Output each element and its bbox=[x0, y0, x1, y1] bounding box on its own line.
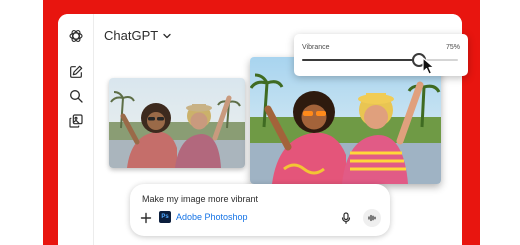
app-title: ChatGPT bbox=[104, 28, 159, 43]
plus-icon[interactable] bbox=[140, 212, 152, 224]
sidebar bbox=[58, 14, 94, 245]
vibrance-slider-fill bbox=[302, 59, 419, 61]
vibrance-slider-panel: Vibrance 75% bbox=[294, 34, 468, 76]
photoshop-logo-icon: Ps bbox=[159, 211, 171, 223]
model-selector[interactable]: ChatGPT bbox=[104, 28, 172, 43]
original-photo-image bbox=[109, 78, 245, 168]
microphone-icon[interactable] bbox=[340, 212, 352, 224]
photoshop-app-chip[interactable]: Ps Adobe Photoshop bbox=[159, 211, 248, 223]
original-photo[interactable] bbox=[109, 78, 245, 168]
library-icon[interactable] bbox=[68, 113, 84, 129]
vibrance-label: Vibrance bbox=[302, 44, 330, 51]
mouse-pointer-icon bbox=[422, 57, 435, 75]
new-chat-icon[interactable] bbox=[68, 64, 84, 80]
chevron-down-icon bbox=[163, 33, 171, 38]
edited-photo-image bbox=[250, 57, 441, 184]
openai-logo-icon[interactable] bbox=[68, 28, 84, 44]
chat-composer: Make my image more vibrant Ps Adobe Phot… bbox=[130, 184, 390, 236]
prompt-input[interactable]: Make my image more vibrant bbox=[142, 194, 258, 204]
photoshop-app-label: Adobe Photoshop bbox=[176, 212, 248, 222]
search-icon[interactable] bbox=[68, 88, 84, 104]
voice-mode-button[interactable] bbox=[363, 209, 381, 227]
edited-photo[interactable] bbox=[250, 57, 441, 184]
vibrance-value: 75% bbox=[445, 44, 460, 51]
waveform-icon bbox=[368, 214, 376, 222]
